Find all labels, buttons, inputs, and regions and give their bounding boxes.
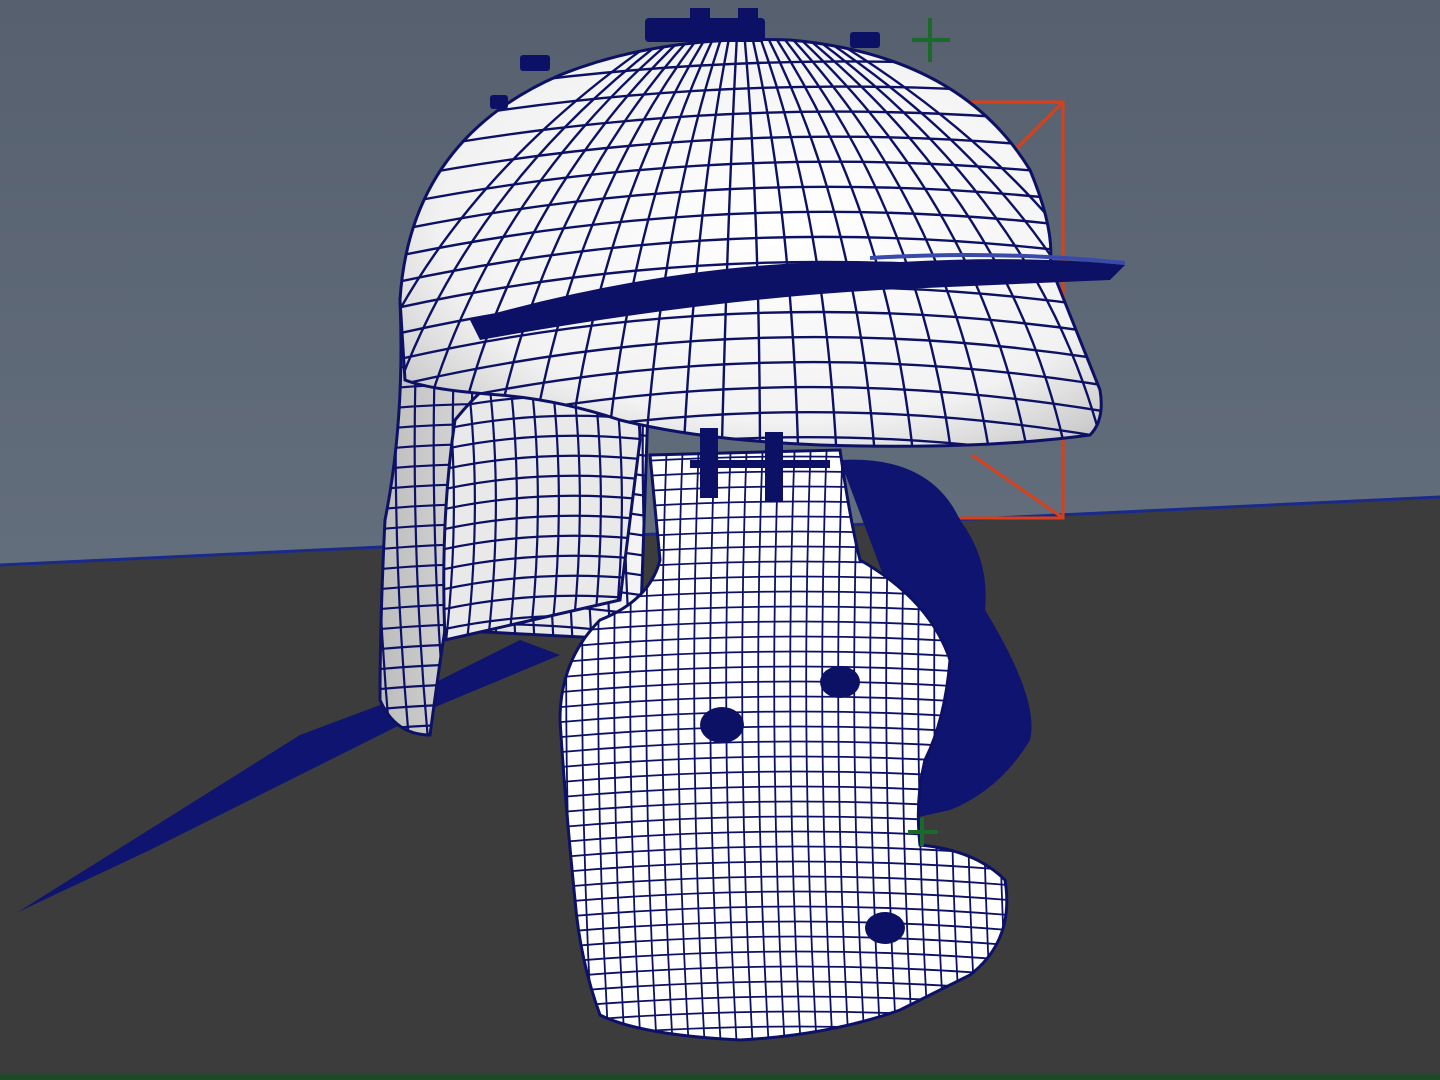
3d-viewport[interactable] (0, 0, 1440, 1080)
viewport-canvas[interactable] (0, 0, 1440, 1080)
viewport-bottom-border (0, 1074, 1440, 1080)
